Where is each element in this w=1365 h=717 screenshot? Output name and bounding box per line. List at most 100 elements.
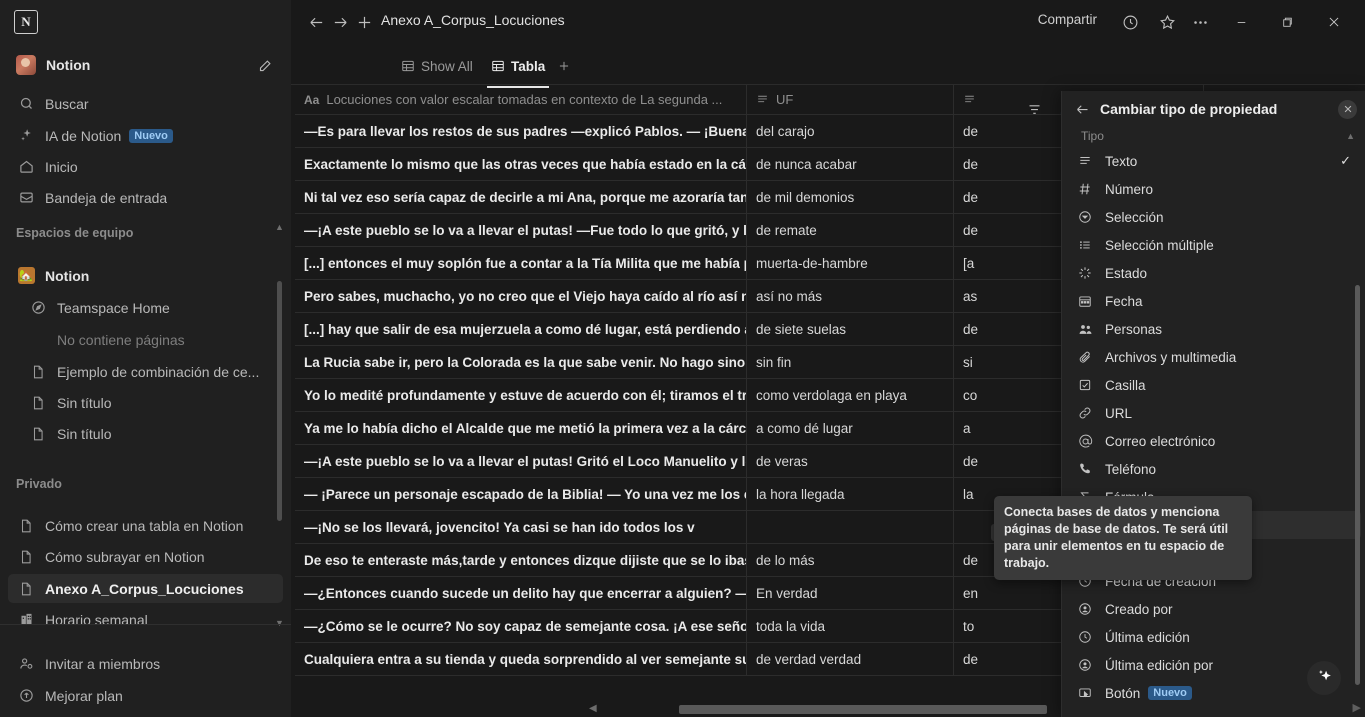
table-cell-c2[interactable]: así no más bbox=[747, 279, 954, 313]
table-cell-c1[interactable]: Pero sabes, muchacho, yo no creo que el … bbox=[295, 279, 747, 313]
sidebar-item-mejorar-plan[interactable]: Mejorar plan bbox=[8, 681, 283, 710]
table-cell-c2[interactable]: de mil demonios bbox=[747, 180, 954, 214]
page-title[interactable]: Anexo A_Corpus_Locuciones bbox=[381, 12, 565, 28]
property-type-option-tel-fono[interactable]: Teléfono bbox=[1066, 455, 1361, 483]
table-cell-c2[interactable]: como verdolaga en playa bbox=[747, 378, 954, 412]
sidebar-item-notion-teamspace[interactable]: 🏡 Notion bbox=[8, 261, 283, 290]
sidebar-item-teamspace-home[interactable]: Teamspace Home bbox=[8, 293, 283, 322]
property-type-option-personas[interactable]: Personas bbox=[1066, 315, 1361, 343]
table-cell-c1[interactable]: — ¡Parece un personaje escapado de la Bi… bbox=[295, 477, 747, 511]
sidebar-item-como-subrayar[interactable]: Cómo subrayar en Notion bbox=[8, 542, 283, 571]
sidebar-item-horario-semanal[interactable]: Horario semanal bbox=[8, 605, 283, 634]
table-cell-c2[interactable]: de veras bbox=[747, 444, 954, 478]
table-cell-c2[interactable]: de lo más bbox=[747, 543, 954, 577]
table-cell-c1[interactable]: Cualquiera entra a su tienda y queda sor… bbox=[295, 642, 747, 676]
table-cell-c2[interactable]: de remate bbox=[747, 213, 954, 247]
property-type-option-estado[interactable]: Estado bbox=[1066, 259, 1361, 287]
clock-icon[interactable] bbox=[1119, 11, 1141, 33]
property-type-label: Selección múltiple bbox=[1105, 237, 1214, 253]
table-cell-c1[interactable]: Ya me lo había dicho el Alcalde que me m… bbox=[295, 411, 747, 445]
table-cell-c1[interactable]: —¡A este pueblo se lo va a llevar el put… bbox=[295, 213, 747, 247]
table-cell-c2[interactable] bbox=[747, 510, 954, 544]
table-cell-c2[interactable]: de nunca acabar bbox=[747, 147, 954, 181]
sidebar-scroll-up-icon[interactable]: ▲ bbox=[275, 222, 284, 232]
sidebar-item-inicio[interactable]: Inicio bbox=[8, 152, 283, 181]
table-cell-c2[interactable]: sin fin bbox=[747, 345, 954, 379]
table-cell-c1[interactable]: —¡A este pueblo se lo va a llevar el put… bbox=[295, 444, 747, 478]
panel-scroll-up-icon[interactable]: ▲ bbox=[1346, 131, 1355, 141]
property-type-option-fecha[interactable]: Fecha bbox=[1066, 287, 1361, 315]
star-icon[interactable] bbox=[1156, 11, 1178, 33]
resize-grip-icon[interactable]: ▶ bbox=[1353, 701, 1361, 714]
property-type-option-n-mero[interactable]: Número bbox=[1066, 175, 1361, 203]
ai-assistant-button[interactable] bbox=[1307, 661, 1341, 695]
property-type-option-texto[interactable]: Texto ✓ bbox=[1066, 147, 1361, 175]
sidebar-item-anexo-a-corpus-locuciones[interactable]: Anexo A_Corpus_Locuciones bbox=[8, 574, 283, 603]
sidebar-item-buscar[interactable]: Buscar bbox=[8, 89, 283, 118]
scroll-left-icon[interactable]: ◀ bbox=[589, 703, 597, 714]
arrow-left-icon[interactable] bbox=[305, 11, 327, 33]
property-type-option-correo-electr-nico[interactable]: Correo electrónico bbox=[1066, 427, 1361, 455]
column-header-locuciones[interactable]: Aa Locuciones con valor escalar tomadas … bbox=[295, 85, 747, 115]
table-cell-c2[interactable]: del carajo bbox=[747, 114, 954, 148]
arrow-left-icon[interactable] bbox=[1070, 97, 1094, 121]
table-cell-c2[interactable]: muerta-de-hambre bbox=[747, 246, 954, 280]
table-cell-c1[interactable]: —¡No se los llevará, jovencito! Ya casi … bbox=[295, 510, 747, 544]
minimize-icon[interactable] bbox=[1229, 10, 1253, 34]
workspace-switcher[interactable]: Notion bbox=[8, 50, 283, 80]
arrow-right-icon[interactable] bbox=[329, 11, 351, 33]
add-view-icon[interactable] bbox=[553, 53, 575, 79]
table-cell-c1[interactable]: Yo lo medité profundamente y estuve de a… bbox=[295, 378, 747, 412]
table-cell-c1[interactable]: —¿Entonces cuando sucede un delito hay q… bbox=[295, 576, 747, 610]
table-cell-c1[interactable]: Ni tal vez eso sería capaz de decirle a … bbox=[295, 180, 747, 214]
table-cell-c1[interactable]: [...] hay que salir de esa mujerzuela a … bbox=[295, 312, 747, 346]
share-button[interactable]: Compartir bbox=[1038, 12, 1097, 27]
ellipsis-icon[interactable] bbox=[1189, 11, 1211, 33]
table-cell-c1[interactable]: Exactamente lo mismo que las otras veces… bbox=[295, 147, 747, 181]
table-cell-c2[interactable]: la hora llegada bbox=[747, 477, 954, 511]
sidebar-item-sin-titulo-1[interactable]: Sin título bbox=[8, 388, 283, 417]
tab-tabla[interactable]: Tabla bbox=[487, 53, 550, 88]
sidebar-item-bandeja-de-entrada[interactable]: Bandeja de entrada bbox=[8, 183, 283, 212]
table-cell-c2[interactable]: de verdad verdad bbox=[747, 642, 954, 676]
property-type-label: URL bbox=[1105, 405, 1133, 421]
sidebar-item-sin-titulo-2[interactable]: Sin título bbox=[8, 419, 283, 448]
person-circle-icon bbox=[1078, 658, 1100, 672]
edit-icon[interactable] bbox=[255, 55, 275, 75]
sidebar-item-ia-de-notion[interactable]: IA de Notion Nuevo bbox=[8, 121, 283, 150]
sidebar-item-invitar-a-miembros[interactable]: Invitar a miembros bbox=[8, 649, 283, 678]
sidebar-scrollbar[interactable] bbox=[277, 281, 282, 521]
property-type-option-url[interactable]: URL bbox=[1066, 399, 1361, 427]
table-cell-c2[interactable]: toda la vida bbox=[747, 609, 954, 643]
table-cell-c1[interactable]: La Rucia sabe ir, pero la Colorada es la… bbox=[295, 345, 747, 379]
table-cell-c1[interactable]: De eso te enteraste más,tarde y entonces… bbox=[295, 543, 747, 577]
sidebar-item-label: Sin título bbox=[57, 394, 112, 411]
plus-icon[interactable] bbox=[353, 11, 375, 33]
close-icon[interactable] bbox=[1322, 10, 1346, 34]
panel-scrollbar[interactable] bbox=[1355, 285, 1360, 685]
property-type-option-casilla[interactable]: Casilla bbox=[1066, 371, 1361, 399]
search-icon bbox=[16, 96, 36, 111]
maximize-icon[interactable] bbox=[1275, 10, 1299, 34]
scrollbar-thumb[interactable] bbox=[679, 705, 1047, 714]
tab-show-all[interactable]: Show All bbox=[397, 53, 477, 79]
table-cell-c1[interactable]: —Es para llevar los restos de sus padres… bbox=[295, 114, 747, 148]
close-icon[interactable] bbox=[1338, 99, 1357, 119]
sidebar-scroll-down-icon[interactable]: ▼ bbox=[275, 618, 284, 628]
inbox-icon bbox=[16, 190, 36, 205]
table-cell-c1[interactable]: —¿Cómo se le ocurre? No soy capaz de sem… bbox=[295, 609, 747, 643]
property-type-option-selecci-n-m-ltiple[interactable]: Selección múltiple bbox=[1066, 231, 1361, 259]
sidebar-item-label: No contiene páginas bbox=[57, 331, 185, 348]
property-type-option-selecci-n[interactable]: Selección bbox=[1066, 203, 1361, 231]
property-type-option-creado-por[interactable]: Creado por bbox=[1066, 595, 1361, 623]
table-cell-c1[interactable]: [...] entonces el muy soplón fue a conta… bbox=[295, 246, 747, 280]
table-cell-c2[interactable]: de siete suelas bbox=[747, 312, 954, 346]
sidebar-item-como-crear-tabla[interactable]: Cómo crear una tabla en Notion bbox=[8, 511, 283, 540]
property-type-option-archivos-y-multimedia[interactable]: Archivos y multimedia bbox=[1066, 343, 1361, 371]
compass-icon bbox=[28, 300, 48, 315]
table-cell-c2[interactable]: a como dé lugar bbox=[747, 411, 954, 445]
sidebar-item-ejemplo-combinacion[interactable]: Ejemplo de combinación de ce... bbox=[8, 357, 283, 386]
table-cell-c2[interactable]: En verdad bbox=[747, 576, 954, 610]
property-type-option-ltima-edici-n[interactable]: Última edición bbox=[1066, 623, 1361, 651]
column-header-uf[interactable]: UF bbox=[747, 85, 954, 115]
